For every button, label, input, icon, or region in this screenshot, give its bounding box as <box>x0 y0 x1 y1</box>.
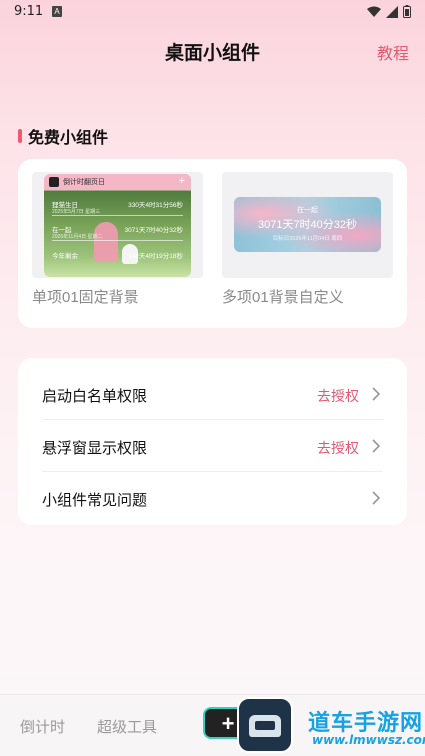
preview-divider <box>52 240 183 241</box>
preview-divider <box>52 215 183 216</box>
widget-multi-custom[interactable]: 在一起 3071天7时40分32秒 目标日2026年11月04日 周四 多项01… <box>222 172 393 307</box>
preview-title: 倒计时翻页日 <box>63 179 105 186</box>
header: 桌面小组件 教程 <box>0 34 425 66</box>
permission-row-overlay[interactable]: 悬浮窗显示权限 去授权 <box>42 420 383 472</box>
preview-row-value: 330天4时31分56秒 <box>128 202 183 209</box>
permission-row-faq[interactable]: 小组件常见问题 <box>42 472 383 524</box>
preview-row-label: 今年剩余 <box>52 253 78 260</box>
section-header: 免费小组件 <box>18 124 108 148</box>
tab-super-tools[interactable]: 超级工具 <box>97 716 157 737</box>
battery-icon <box>403 5 411 18</box>
widgets-card: 倒计时翻页日 + 狸猫生日 330天4时31分56秒 2025年5月7日 星期三… <box>18 159 407 328</box>
widget-preview-together: 在一起 3071天7时40分32秒 目标日2026年11月04日 周四 <box>234 197 381 252</box>
watermark-logo-icon <box>237 697 293 753</box>
widget-caption: 多项01背景自定义 <box>222 289 344 306</box>
preview-main-text: 3071天7时40分32秒 <box>257 219 358 231</box>
widget-single-fixed[interactable]: 倒计时翻页日 + 狸猫生日 330天4时31分56秒 2025年5月7日 星期三… <box>32 172 203 307</box>
add-icon: + <box>178 175 185 187</box>
car-window <box>255 721 275 730</box>
section-accent-bar <box>18 129 22 143</box>
watermark-url: www.lmwwsz.com <box>312 733 425 747</box>
preview-bottom-text: 目标日2026年11月04日 周四 <box>272 236 343 242</box>
preview-row-sub: 2025年5月7日 星期三 <box>52 209 101 215</box>
tutorial-link[interactable]: 教程 <box>377 40 409 64</box>
status-icons <box>367 5 411 18</box>
chevron-right-icon <box>372 387 381 401</box>
permission-label: 启动白名单权限 <box>42 388 148 405</box>
notification-icon: A <box>52 6 62 17</box>
widget-thumbnail[interactable]: 倒计时翻页日 + 狸猫生日 330天4时31分56秒 2025年5月7日 星期三… <box>32 172 203 278</box>
app-icon <box>49 177 59 187</box>
widget-caption: 单项01固定背景 <box>32 289 139 306</box>
signal-icon <box>386 5 398 18</box>
tab-countdown[interactable]: 倒计时 <box>20 716 65 737</box>
permission-label: 小组件常见问题 <box>42 492 148 509</box>
pink-cat-image <box>94 222 118 262</box>
authorize-link[interactable]: 去授权 <box>317 386 359 406</box>
permission-row-whitelist[interactable]: 启动白名单权限 去授权 <box>42 368 383 420</box>
status-bar: 9:11 A <box>0 0 425 24</box>
preview-titlebar: 倒计时翻页日 + <box>44 174 191 190</box>
widget-thumbnail[interactable]: 在一起 3071天7时40分32秒 目标日2026年11月04日 周四 <box>222 172 393 278</box>
preview-row-value: 142天4时19分18秒 <box>128 253 183 260</box>
section-title: 免费小组件 <box>28 130 109 147</box>
chevron-right-icon <box>372 491 381 505</box>
authorize-link[interactable]: 去授权 <box>317 438 359 458</box>
preview-row-sub: 2026年11月4日 星期二 <box>52 234 103 240</box>
page-title: 桌面小组件 <box>164 43 260 64</box>
permission-label: 悬浮窗显示权限 <box>42 440 148 457</box>
wifi-icon <box>367 6 381 17</box>
status-time: 9:11 <box>14 4 44 19</box>
permissions-card: 启动白名单权限 去授权 悬浮窗显示权限 去授权 小组件常见问题 <box>18 358 407 525</box>
chevron-right-icon <box>372 439 381 453</box>
preview-top-text: 在一起 <box>297 207 318 214</box>
widget-preview-countdown: 倒计时翻页日 + 狸猫生日 330天4时31分56秒 2025年5月7日 星期三… <box>44 174 191 277</box>
preview-row-value: 3071天7时40分32秒 <box>124 227 183 234</box>
